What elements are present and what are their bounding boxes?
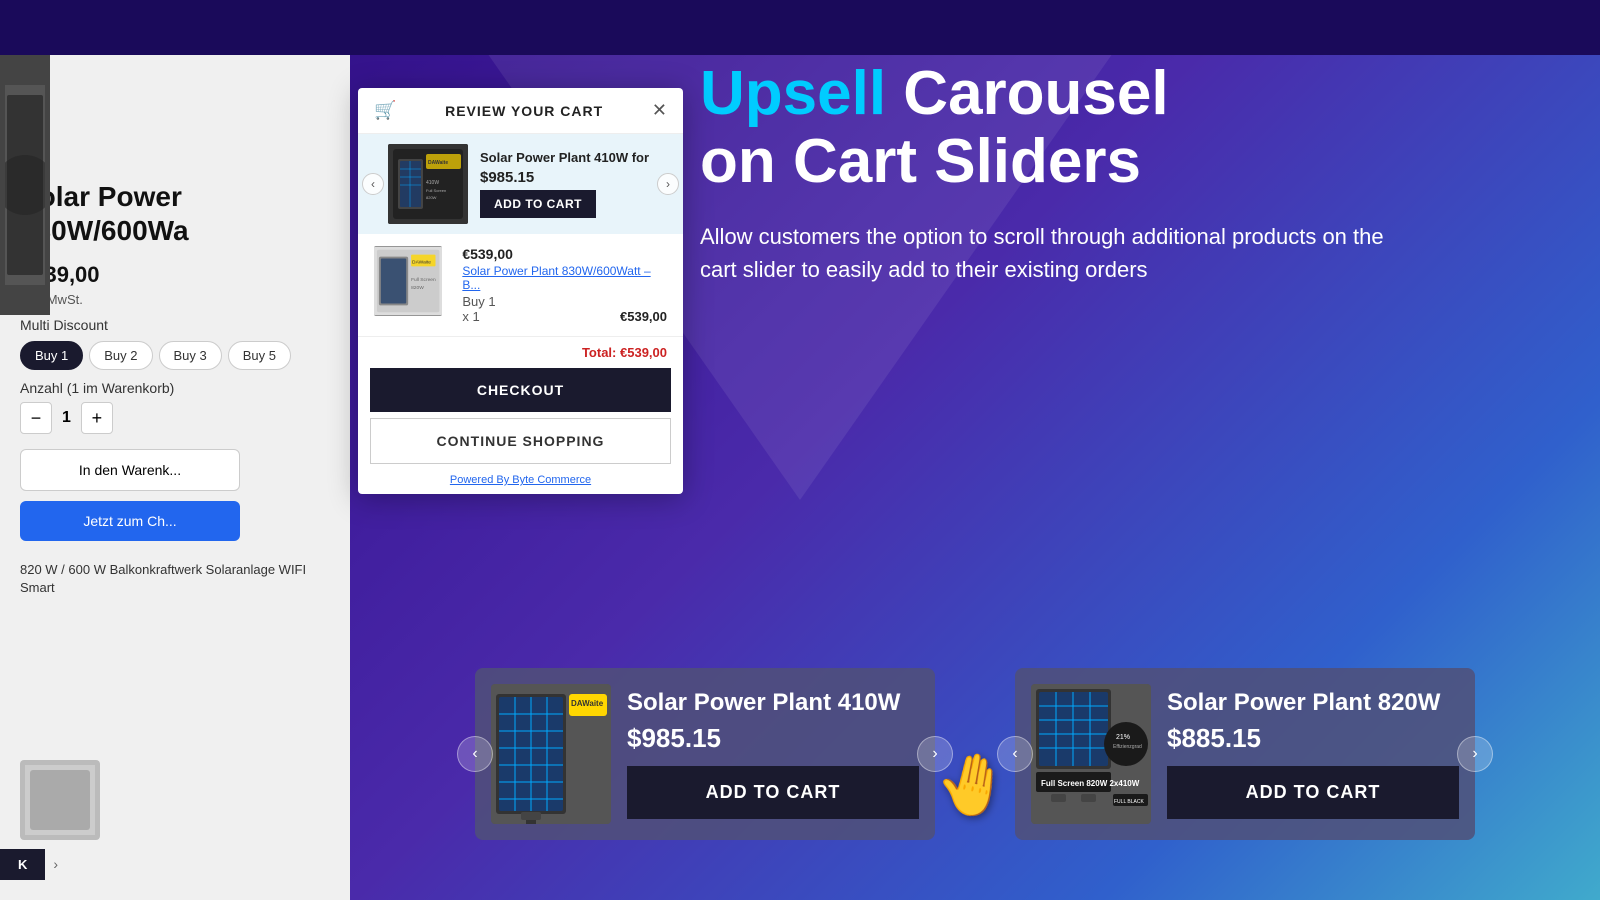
next-arrow[interactable]: › (45, 848, 66, 880)
upsell-product-name: Solar Power Plant 410W for (480, 150, 653, 165)
discount-btn-5[interactable]: Buy 5 (228, 341, 291, 370)
cursor-hand: 🤚 (929, 743, 1015, 826)
qty-minus[interactable]: − (20, 402, 52, 434)
qty-value: 1 (62, 409, 71, 427)
right-content: Upsell Carouselon Cart Sliders Allow cus… (700, 60, 1580, 286)
svg-text:820W: 820W (426, 195, 437, 200)
cart-item-subtotal: €539,00 (620, 309, 667, 324)
left-product-page: Solar Power 830W/600Wa €539,00 inkl. MwS… (0, 0, 350, 900)
carousel-1-image: DAWaite (491, 684, 611, 824)
carousel-1-name: Solar Power Plant 410W (627, 689, 919, 718)
qty-control: − 1 + (20, 402, 330, 434)
svg-text:Full Screen: Full Screen (411, 277, 436, 283)
cart-modal: 🛒 REVIEW YOUR CART ✕ ‹ DAWaite 410W (358, 88, 683, 494)
cart-item-buy: Buy 1 (462, 294, 495, 309)
carousel-2-price: $885.15 (1167, 723, 1459, 754)
carousel-1-add-btn[interactable]: ADD TO CART (627, 766, 919, 819)
cart-item-qty: x 1 (462, 309, 479, 324)
cart-item-thumb: DAWaite Full Screen 820W (374, 246, 442, 316)
svg-text:Full Screen: Full Screen (426, 188, 446, 193)
upsell-add-to-cart[interactable]: ADD TO CART (480, 190, 596, 218)
cart-total: Total: €539,00 (358, 337, 683, 368)
checkout-left[interactable]: Jetzt zum Ch... (20, 501, 240, 541)
svg-text:Full Screen 820W 2x410W: Full Screen 820W 2x410W (1041, 779, 1140, 788)
svg-text:Effizienzgrad: Effizienzgrad (1113, 744, 1142, 750)
qty-plus[interactable]: + (81, 402, 113, 434)
cart-item-qty-row: x 1 €539,00 (462, 309, 667, 324)
svg-text:DAWaite: DAWaite (571, 699, 604, 708)
cart-upsell-info: Solar Power Plant 410W for $985.15 ADD T… (480, 150, 653, 218)
cart-modal-header: 🛒 REVIEW YOUR CART ✕ (358, 88, 683, 134)
left-product-info: Solar Power 830W/600Wa €539,00 inkl. MwS… (0, 0, 350, 618)
cart-upsell-image: DAWaite 410W Full Screen 820W (388, 144, 468, 224)
left-inkl-text: inkl. MwSt. (20, 292, 330, 307)
left-product-title: Solar Power 830W/600Wa (20, 180, 330, 247)
carousel-2-info: Solar Power Plant 820W $885.15 ADD TO CA… (1167, 689, 1459, 820)
carousel-2-name: Solar Power Plant 820W (1167, 689, 1459, 718)
powered-by[interactable]: Powered By Byte Commerce (358, 470, 683, 494)
total-label: Total: (582, 345, 616, 360)
svg-text:410W: 410W (426, 180, 439, 186)
cart-modal-title: REVIEW YOUR CART (445, 103, 603, 119)
svg-text:DAWaite: DAWaite (428, 160, 448, 166)
headline: Upsell Carouselon Cart Sliders (700, 60, 1580, 196)
carousels-row: ‹ DAWaite (475, 668, 1600, 840)
continue-shopping-button[interactable]: CONTINUE SHOPPING (370, 418, 671, 464)
total-value: €539,00 (620, 345, 667, 360)
subtext: Allow customers the option to scroll thr… (700, 220, 1400, 286)
discount-btn-2[interactable]: Buy 2 (89, 341, 152, 370)
cart-item-details: €539,00 Solar Power Plant 830W/600Watt –… (462, 246, 667, 324)
carousel-card-2: ‹ Full Screen 820W 2x410W 21 (1015, 668, 1475, 840)
product-desc-left: 820 W / 600 W Balkonkraftwerk Solaranlag… (20, 561, 330, 597)
discount-btn-1[interactable]: Buy 1 (20, 341, 83, 370)
svg-text:FULL BLACK: FULL BLACK (1114, 799, 1144, 805)
upsell-arrow-left[interactable]: ‹ (362, 173, 384, 195)
svg-text:21%: 21% (1116, 734, 1130, 741)
cart-icon: 🛒 (374, 100, 396, 121)
discount-btn-3[interactable]: Buy 3 (159, 341, 222, 370)
cart-upsell-slider: ‹ DAWaite 410W Full Screen 820W (358, 134, 683, 234)
left-product-price: €539,00 (20, 262, 330, 288)
carousel-1-price: $985.15 (627, 723, 919, 754)
carousel-2-add-btn[interactable]: ADD TO CART (1167, 766, 1459, 819)
carousel-card-1: ‹ DAWaite (475, 668, 935, 840)
multi-discount-label: Multi Discount (20, 317, 330, 333)
cart-item-row: Buy 1 (462, 294, 667, 309)
cart-item-name[interactable]: Solar Power Plant 830W/600Watt – B... (462, 264, 667, 292)
back-button[interactable]: K (0, 849, 45, 880)
carousel-1-info: Solar Power Plant 410W $985.15 ADD TO CA… (627, 689, 919, 820)
carousel-2-next[interactable]: › (1457, 736, 1493, 772)
checkout-button[interactable]: CHECKOUT (370, 368, 671, 412)
close-icon[interactable]: ✕ (652, 100, 667, 121)
anzahl-label: Anzahl (1 im Warenkorb) (20, 380, 330, 396)
carousel-2-image: Full Screen 820W 2x410W 21% Effizienzgra… (1031, 684, 1151, 824)
add-to-cart-left[interactable]: In den Warenk... (20, 449, 240, 491)
upsell-arrow-right[interactable]: › (657, 173, 679, 195)
upsell-product-price: $985.15 (480, 169, 653, 186)
top-bar (0, 0, 1600, 55)
cart-item-price: €539,00 (462, 246, 667, 262)
cart-item: DAWaite Full Screen 820W €539,00 Solar P… (358, 234, 683, 337)
svg-text:820W: 820W (411, 285, 424, 291)
discount-buttons: Buy 1 Buy 2 Buy 3 Buy 5 (20, 341, 330, 370)
headline-upsell: Upsell (700, 59, 886, 128)
carousel-1-prev[interactable]: ‹ (457, 736, 493, 772)
svg-text:DAWaite: DAWaite (412, 259, 431, 265)
